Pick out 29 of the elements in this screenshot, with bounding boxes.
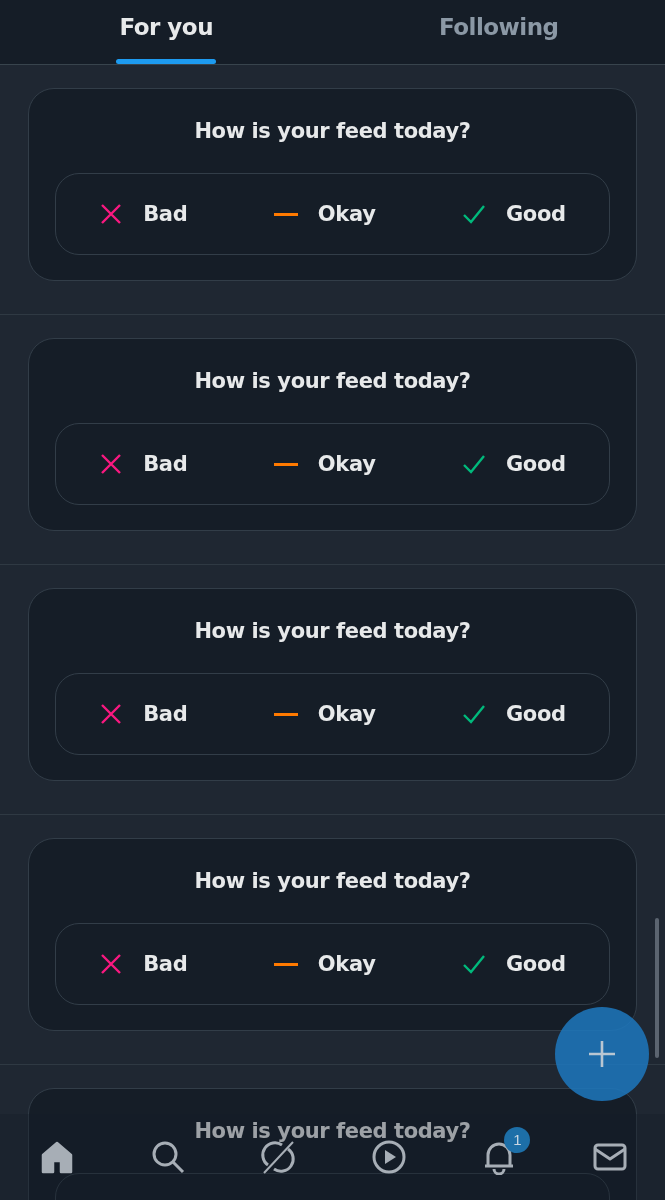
rating-option[interactable]: Good <box>461 698 566 730</box>
rating-option[interactable]: Okay <box>273 698 376 730</box>
rating-option[interactable]: Bad <box>99 698 188 730</box>
card-title: How is your feed today? <box>194 368 471 395</box>
card-title: How is your feed today? <box>194 1118 471 1145</box>
card-title: How is your feed today? <box>194 868 471 895</box>
rating-option[interactable]: Good <box>461 948 566 980</box>
close-icon <box>99 702 124 726</box>
feed-tab[interactable]: For you <box>0 0 333 64</box>
plus-icon <box>587 1039 617 1069</box>
rating-option[interactable]: Okay <box>273 198 376 230</box>
feed-tab[interactable]: Following <box>332 0 665 64</box>
dash-icon <box>273 712 298 716</box>
rating-option[interactable]: Bad <box>99 948 188 980</box>
rating-option[interactable]: Bad <box>99 198 188 230</box>
rating-option[interactable]: Good <box>461 448 566 480</box>
dash-icon <box>273 962 298 966</box>
home-icon <box>39 1139 75 1175</box>
card-title: How is your feed today? <box>194 618 471 645</box>
dash-icon <box>273 462 298 466</box>
dash-icon <box>273 212 298 216</box>
close-icon <box>99 952 124 976</box>
close-icon <box>99 452 124 476</box>
card-title: How is your feed today? <box>194 118 471 145</box>
rating-option[interactable]: Okay <box>273 448 376 480</box>
rating-option[interactable]: Bad <box>99 448 188 480</box>
close-icon <box>99 202 124 226</box>
rating-option[interactable]: Good <box>461 198 566 230</box>
rating-option[interactable]: Okay <box>273 948 376 980</box>
